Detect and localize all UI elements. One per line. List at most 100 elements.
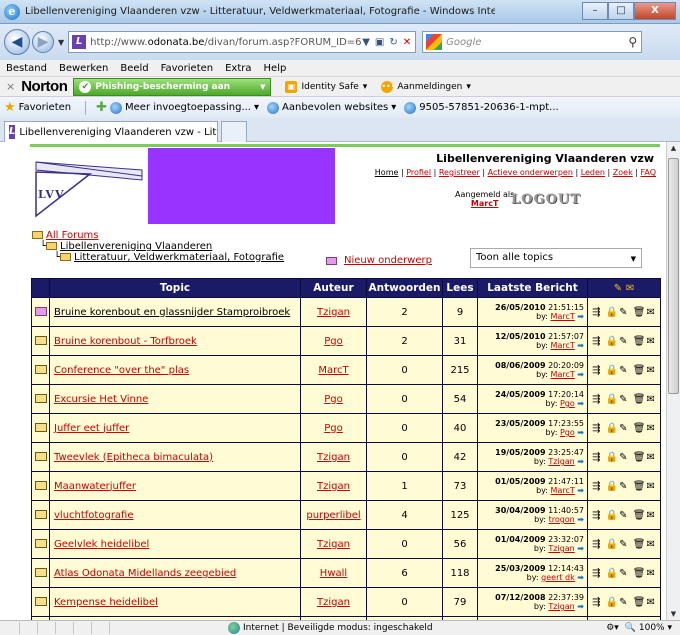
move-icon[interactable]: ⇶ <box>592 423 601 434</box>
logins-button[interactable]: ••• Aanmeldingen ▾ <box>381 80 471 93</box>
author-link[interactable]: Pgo <box>324 394 343 405</box>
minimize-button[interactable]: – <box>582 2 608 20</box>
stop-icon[interactable]: ✕ <box>403 37 411 48</box>
topic-link[interactable]: Atlas Odonata Midellands zeegebied <box>54 568 236 579</box>
move-icon[interactable]: ⇶ <box>592 539 601 550</box>
favorite-item-mpt[interactable]: 9505-57851-20636-1-mpt... <box>404 101 559 114</box>
jump-arrow-icon[interactable]: ➡ <box>577 544 584 553</box>
delete-icon[interactable]: 🗑 <box>633 452 647 463</box>
author-link[interactable]: Hwall <box>320 568 347 579</box>
edit-icon[interactable]: ✎ <box>619 481 628 492</box>
refresh-icon[interactable]: ↻ <box>389 37 397 48</box>
zoom-control[interactable]: 🔍 100% ▾ <box>625 623 672 633</box>
reply-icon[interactable]: ✉ <box>646 336 655 347</box>
nav-zoek[interactable]: Zoek <box>613 168 633 177</box>
jump-arrow-icon[interactable]: ➡ <box>577 457 584 466</box>
edit-icon[interactable]: ✎ <box>619 568 628 579</box>
reply-icon[interactable]: ✉ <box>646 365 655 376</box>
nav-home[interactable]: Home <box>375 168 399 177</box>
lock-icon[interactable]: 🔒 <box>606 423 619 434</box>
nav-profiel[interactable]: Profiel <box>406 168 431 177</box>
topic-link[interactable]: Kempense heidelibel <box>54 597 158 608</box>
last-post-user[interactable]: Tzigan <box>548 602 574 611</box>
move-icon[interactable]: ⇶ <box>592 510 601 521</box>
scroll-down-icon[interactable]: ▼ <box>667 608 680 620</box>
lock-icon[interactable]: 🔒 <box>606 307 619 318</box>
last-post-user[interactable]: MarcT <box>551 370 575 379</box>
menu-item-help[interactable]: Help <box>264 63 287 74</box>
lock-icon[interactable]: 🔒 <box>606 365 619 376</box>
author-link[interactable]: Tzigan <box>317 307 350 318</box>
address-dropdown-icon[interactable]: ▼ <box>362 37 370 48</box>
topic-filter-select[interactable]: Toon alle topics ▼ <box>470 248 642 268</box>
search-icon[interactable]: ⚲ <box>628 35 637 49</box>
nav-faq[interactable]: FAQ <box>641 168 657 177</box>
address-input[interactable]: L http://www. odonata.be/divan/forum.asp?… <box>68 31 417 53</box>
delete-icon[interactable]: 🗑 <box>633 510 647 521</box>
delete-icon[interactable]: 🗑 <box>633 336 647 347</box>
author-link[interactable]: Tzigan <box>317 481 350 492</box>
reply-icon[interactable]: ✉ <box>646 539 655 550</box>
reply-icon[interactable]: ✉ <box>646 568 655 579</box>
new-tab-button[interactable] <box>221 121 247 142</box>
favorite-item-suggested[interactable]: Aanbevolen websites ▾ <box>267 101 396 114</box>
menu-item-bestand[interactable]: Bestand <box>6 63 47 74</box>
jump-arrow-icon[interactable]: ➡ <box>577 399 584 408</box>
menu-item-extra[interactable]: Extra <box>225 63 251 74</box>
favorite-item-addons[interactable]: Meer invoegtoepassing... ▾ <box>110 101 259 114</box>
protected-mode-icon[interactable]: ⚙▾ <box>606 623 619 633</box>
edit-icon[interactable]: ✎ <box>619 336 628 347</box>
favorites-button[interactable]: Favorieten <box>19 102 71 113</box>
tab-forum[interactable]: L Libellenvereniging Vlaanderen vzw - Li… <box>4 121 218 142</box>
last-post-user[interactable]: Tzigan <box>548 457 574 466</box>
jump-arrow-icon[interactable]: ➡ <box>577 370 584 379</box>
author-link[interactable]: Pgo <box>324 423 343 434</box>
jump-arrow-icon[interactable]: ➡ <box>577 428 584 437</box>
delete-icon[interactable]: 🗑 <box>633 394 647 405</box>
edit-icon[interactable]: ✎ <box>619 365 628 376</box>
move-icon[interactable]: ⇶ <box>592 452 601 463</box>
jump-arrow-icon[interactable]: ➡ <box>577 312 584 321</box>
nav-leden[interactable]: Leden <box>581 168 605 177</box>
topic-link[interactable]: Bruine korenbout en glassnijder Stamproi… <box>54 307 290 318</box>
lock-icon[interactable]: 🔒 <box>606 394 619 405</box>
maximize-button[interactable]: □ <box>608 2 634 20</box>
close-button[interactable]: X <box>634 2 676 20</box>
jump-arrow-icon[interactable]: ➡ <box>577 486 584 495</box>
delete-icon[interactable]: 🗑 <box>633 423 647 434</box>
lock-icon[interactable]: 🔒 <box>606 336 619 347</box>
author-link[interactable]: Tzigan <box>317 539 350 550</box>
norton-close-icon[interactable]: × <box>6 80 15 93</box>
last-post-user[interactable]: Pgo <box>560 428 575 437</box>
reply-icon[interactable]: ✉ <box>646 597 655 608</box>
edit-icon[interactable]: ✎ <box>619 597 628 608</box>
topic-link[interactable]: Conference "over the" plas <box>54 365 189 376</box>
new-folder-icon[interactable]: ✉ <box>626 283 634 294</box>
lock-icon[interactable]: 🔒 <box>606 597 619 608</box>
move-icon[interactable]: ⇶ <box>592 597 601 608</box>
edit-icon[interactable]: ✎ <box>619 423 628 434</box>
author-link[interactable]: Tzigan <box>317 597 350 608</box>
move-icon[interactable]: ⇶ <box>592 307 601 318</box>
topic-link[interactable]: Bruine korenbout - Torfbroek <box>54 336 197 347</box>
menu-item-beeld[interactable]: Beeld <box>120 63 148 74</box>
last-post-user[interactable]: trogon <box>549 515 575 524</box>
edit-icon[interactable]: ✎ <box>619 394 628 405</box>
move-icon[interactable]: ⇶ <box>592 481 601 492</box>
delete-icon[interactable]: 🗑 <box>633 597 647 608</box>
back-button[interactable]: ◀ <box>4 29 30 55</box>
breadcrumb-category[interactable]: Libellenvereniging Vlaanderen <box>60 241 212 252</box>
lock-icon[interactable]: 🔒 <box>606 481 619 492</box>
lock-icon[interactable]: 🔒 <box>606 539 619 550</box>
author-link[interactable]: MarcT <box>318 365 348 376</box>
reply-icon[interactable]: ✉ <box>646 481 655 492</box>
topic-link[interactable]: Tweevlek (Epitheca bimaculata) <box>54 452 213 463</box>
menu-item-favorieten[interactable]: Favorieten <box>161 63 213 74</box>
menu-item-bewerken[interactable]: Bewerken <box>59 63 108 74</box>
history-dropdown-icon[interactable]: ▼ <box>58 38 64 47</box>
reply-icon[interactable]: ✉ <box>646 394 655 405</box>
last-post-user[interactable]: MarcT <box>551 312 575 321</box>
jump-arrow-icon[interactable]: ➡ <box>577 341 584 350</box>
new-topic-link[interactable]: Nieuw onderwerp <box>326 255 432 266</box>
breadcrumb-all-forums[interactable]: All Forums <box>46 230 99 241</box>
